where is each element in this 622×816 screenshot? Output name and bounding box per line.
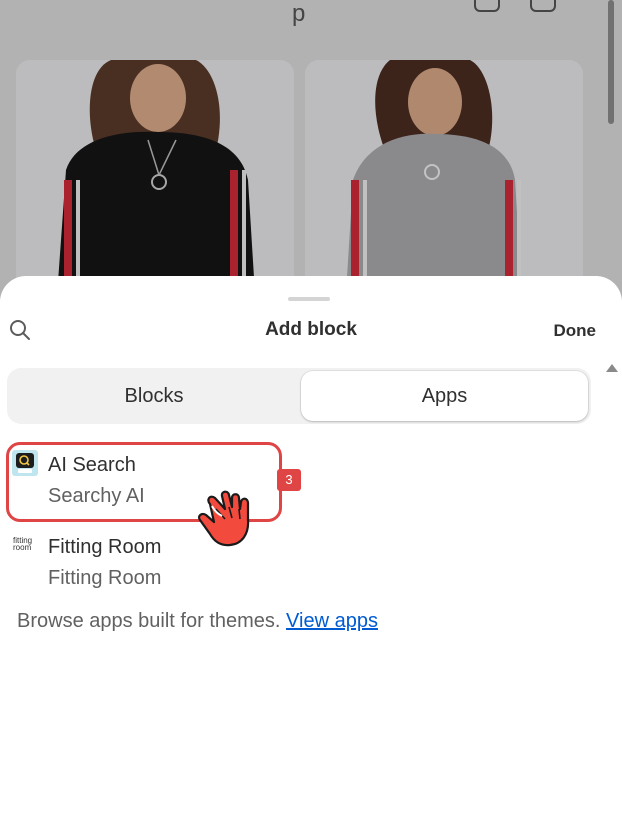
searchy-ai-logo-icon — [12, 450, 38, 476]
app-developer: Searchy AI — [48, 485, 145, 507]
scroll-up-arrow-icon[interactable] — [606, 364, 618, 372]
step-number-badge: 3 — [277, 469, 301, 491]
view-apps-link[interactable]: View apps — [286, 610, 378, 632]
fitting-room-logo-icon: fitting room — [12, 532, 38, 558]
pointing-hand-icon — [192, 486, 262, 552]
app-item-fitting-room[interactable]: fitting room Fitting Room Fitting Room — [0, 524, 600, 604]
storefront-background: p — [0, 0, 622, 300]
block-type-segmented-control: Blocks Apps — [7, 368, 591, 424]
svg-text:room: room — [13, 543, 32, 552]
modal-overlay[interactable] — [0, 0, 622, 300]
sheet-title: Add block — [265, 319, 357, 340]
sheet-drag-handle[interactable] — [288, 297, 330, 301]
tab-apps[interactable]: Apps — [301, 371, 588, 421]
app-developer: Fitting Room — [48, 567, 162, 589]
browse-apps-description: Browse apps built for themes. — [17, 610, 281, 632]
app-name: Fitting Room — [48, 536, 162, 558]
add-block-sheet: Add block Done Blocks Apps AI Search Sea… — [0, 276, 622, 816]
app-name: AI Search — [48, 454, 136, 476]
tab-blocks[interactable]: Blocks — [10, 371, 298, 421]
done-button[interactable]: Done — [554, 321, 597, 341]
browse-apps-text: Browse apps built for themes. View apps — [17, 610, 378, 633]
